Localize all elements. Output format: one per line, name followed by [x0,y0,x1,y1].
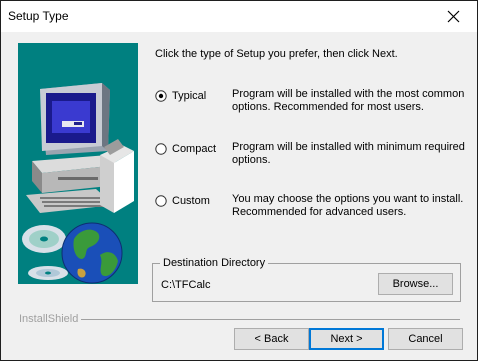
back-button[interactable]: < Back [234,328,309,350]
option-compact-desc-line1: Program will be installed with minimum r… [232,141,465,153]
setup-type-dialog: Setup Type Click the type of Setup you p… [0,0,478,361]
computer-globe-cds-illustration [22,83,134,284]
option-custom-desc-line1: You may choose the options you want to i… [232,193,464,205]
intro-text: Click the type of Setup you prefer, then… [155,48,398,60]
option-typical-label[interactable]: Typical [172,90,206,102]
browse-button[interactable]: Browse... [378,273,453,295]
option-compact-label[interactable]: Compact [172,143,216,155]
option-typical-desc-line1: Program will be installed with the most … [232,88,465,100]
next-button[interactable]: Next > [309,328,384,350]
radio-custom[interactable] [155,195,167,207]
monitor-icon [40,83,110,155]
destination-path: C:\TFCalc [161,279,211,291]
setup-illustration [18,43,138,284]
option-compact-desc-line2: options. [232,154,271,166]
option-custom-desc-line2: Recommended for advanced users. [232,206,407,218]
option-custom-label[interactable]: Custom [172,195,210,207]
destination-group-label: Destination Directory [160,257,269,269]
title-bar: Setup Type [1,1,477,32]
cd-icon [22,225,68,280]
brand-separator [81,319,460,320]
window-title: Setup Type [8,9,69,23]
globe-icon [61,222,123,284]
close-icon [447,10,460,23]
cancel-button[interactable]: Cancel [388,328,463,350]
close-button[interactable] [431,1,477,32]
installshield-brand: InstallShield [19,313,79,325]
option-typical-desc-line2: options. Recommended for most users. [232,101,424,113]
radio-typical[interactable] [155,90,167,102]
radio-compact[interactable] [155,143,167,155]
